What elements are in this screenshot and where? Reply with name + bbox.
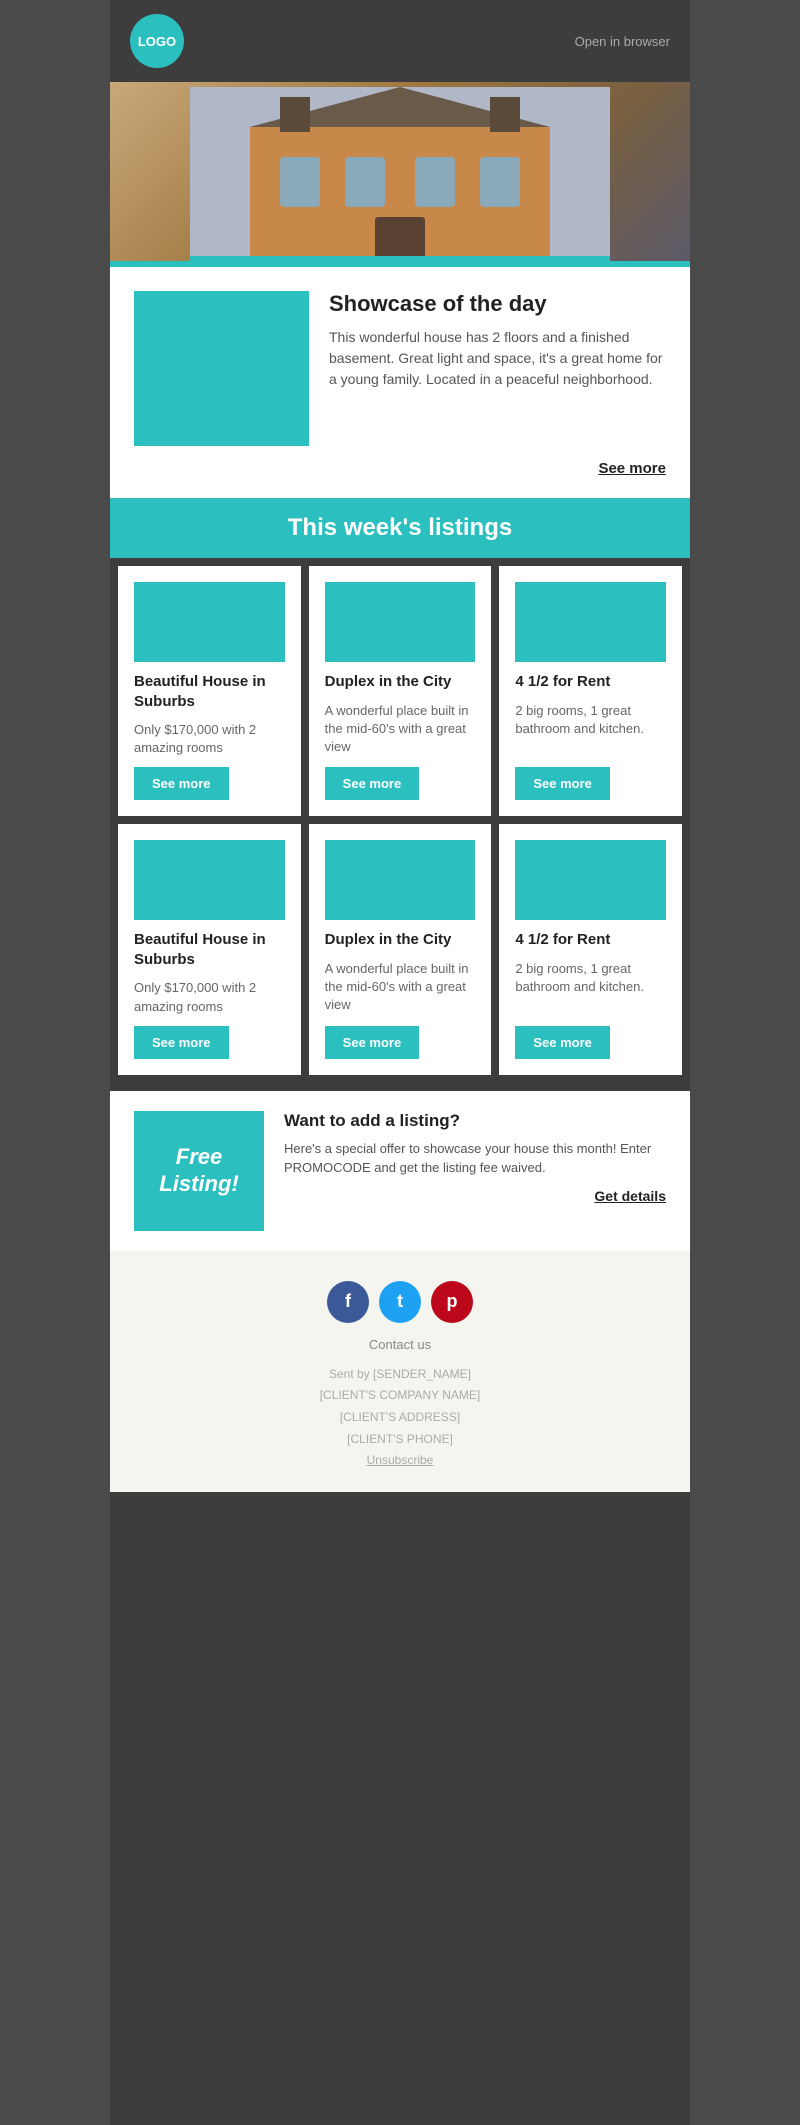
- free-listing-box: Free Listing!: [134, 1111, 264, 1231]
- listing-title-1-1: Beautiful House in Suburbs: [134, 672, 285, 711]
- listing-image-1-3: [515, 582, 666, 662]
- footer-info: Sent by [SENDER_NAME] [CLIENT'S COMPANY …: [130, 1364, 670, 1472]
- listings-grid: Beautiful House in Suburbs Only $170,000…: [110, 558, 690, 1083]
- listing-image-2-1: [134, 840, 285, 920]
- twitter-label: t: [397, 1291, 403, 1312]
- listing-image-2-2: [325, 840, 476, 920]
- email-wrapper: LOGO Open in browser: [110, 0, 690, 2125]
- hero-image: [110, 82, 690, 267]
- facebook-icon[interactable]: f: [327, 1281, 369, 1323]
- listing-title-2-1: Beautiful House in Suburbs: [134, 930, 285, 969]
- listing-see-more-1-1[interactable]: See more: [134, 767, 229, 800]
- listing-title-2-2: Duplex in the City: [325, 930, 476, 950]
- listing-desc-2-3: 2 big rooms, 1 great bathroom and kitche…: [515, 960, 666, 1016]
- get-details-link[interactable]: Get details: [594, 1188, 666, 1204]
- listing-desc-1-1: Only $170,000 with 2 amazing rooms: [134, 721, 285, 757]
- listings-row-1: Beautiful House in Suburbs Only $170,000…: [118, 566, 682, 816]
- unsubscribe-link[interactable]: Unsubscribe: [367, 1453, 434, 1467]
- listing-card-1-3: 4 1/2 for Rent 2 big rooms, 1 great bath…: [499, 566, 682, 816]
- listing-see-more-2-2[interactable]: See more: [325, 1026, 420, 1059]
- free-listing-line2: Listing!: [159, 1171, 238, 1196]
- listing-title-1-3: 4 1/2 for Rent: [515, 672, 666, 692]
- pinterest-label: p: [447, 1291, 458, 1312]
- showcase-see-more-link[interactable]: See more: [598, 460, 666, 477]
- logo: LOGO: [130, 14, 184, 68]
- listing-image-1-1: [134, 582, 285, 662]
- showcase-see-more-container: See more: [134, 460, 666, 478]
- listing-desc-2-2: A wonderful place built in the mid-60's …: [325, 960, 476, 1016]
- footer-sender: Sent by [SENDER_NAME]: [130, 1364, 670, 1386]
- showcase-description: This wonderful house has 2 floors and a …: [329, 327, 666, 390]
- listing-title-2-3: 4 1/2 for Rent: [515, 930, 666, 950]
- listing-see-more-2-3[interactable]: See more: [515, 1026, 610, 1059]
- hero-inner: [110, 82, 690, 267]
- listings-section-title: This week's listings: [288, 514, 512, 541]
- twitter-icon[interactable]: t: [379, 1281, 421, 1323]
- showcase-text: Showcase of the day This wonderful house…: [329, 291, 666, 446]
- listings-row-2: Beautiful House in Suburbs Only $170,000…: [118, 824, 682, 1074]
- pinterest-icon[interactable]: p: [431, 1281, 473, 1323]
- listing-see-more-1-3[interactable]: See more: [515, 767, 610, 800]
- free-listing-box-text: Free Listing!: [159, 1144, 238, 1197]
- showcase-section: Showcase of the day This wonderful house…: [110, 267, 690, 498]
- footer: f t p Contact us Sent by [SENDER_NAME] […: [110, 1251, 690, 1492]
- listings-section-header: This week's listings: [110, 498, 690, 558]
- listing-image-2-3: [515, 840, 666, 920]
- free-listing-line1: Free: [176, 1144, 222, 1169]
- footer-contact: Contact us: [130, 1337, 670, 1352]
- free-listing-description: Here's a special offer to showcase your …: [284, 1139, 666, 1178]
- listing-desc-1-2: A wonderful place built in the mid-60's …: [325, 702, 476, 758]
- listing-card-1-1: Beautiful House in Suburbs Only $170,000…: [118, 566, 301, 816]
- listing-see-more-2-1[interactable]: See more: [134, 1026, 229, 1059]
- header: LOGO Open in browser: [110, 0, 690, 82]
- logo-text: LOGO: [138, 34, 176, 49]
- showcase-image: [134, 291, 309, 446]
- footer-company: [CLIENT'S COMPANY NAME]: [130, 1385, 670, 1407]
- facebook-label: f: [345, 1291, 351, 1312]
- listing-see-more-1-2[interactable]: See more: [325, 767, 420, 800]
- free-listing-content: Want to add a listing? Here's a special …: [284, 1111, 666, 1204]
- open-in-browser-link[interactable]: Open in browser: [575, 34, 670, 49]
- showcase-content: Showcase of the day This wonderful house…: [134, 291, 666, 446]
- free-listing-section: Free Listing! Want to add a listing? Her…: [110, 1091, 690, 1251]
- listing-desc-2-1: Only $170,000 with 2 amazing rooms: [134, 979, 285, 1015]
- hero-building-svg: [190, 87, 610, 262]
- footer-address: [CLIENT'S ADDRESS]: [130, 1407, 670, 1429]
- listing-title-1-2: Duplex in the City: [325, 672, 476, 692]
- listing-card-2-3: 4 1/2 for Rent 2 big rooms, 1 great bath…: [499, 824, 682, 1074]
- contact-us-link[interactable]: Contact us: [369, 1337, 431, 1352]
- listing-card-2-1: Beautiful House in Suburbs Only $170,000…: [118, 824, 301, 1074]
- listing-card-1-2: Duplex in the City A wonderful place bui…: [309, 566, 492, 816]
- showcase-title: Showcase of the day: [329, 291, 666, 317]
- listing-card-2-2: Duplex in the City A wonderful place bui…: [309, 824, 492, 1074]
- free-listing-title: Want to add a listing?: [284, 1111, 666, 1131]
- listing-desc-1-3: 2 big rooms, 1 great bathroom and kitche…: [515, 702, 666, 758]
- footer-phone: [CLIENT'S PHONE]: [130, 1429, 670, 1451]
- social-icons: f t p: [130, 1281, 670, 1323]
- listing-image-1-2: [325, 582, 476, 662]
